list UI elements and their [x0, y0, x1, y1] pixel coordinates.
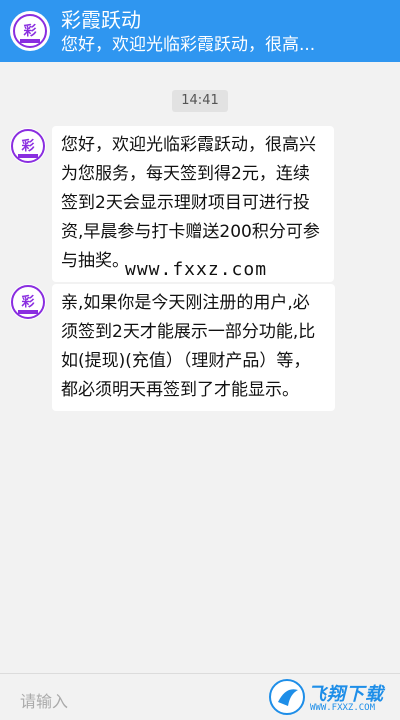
bot-logo-icon: 彩 [11, 285, 45, 319]
bot-avatar[interactable]: 彩 [10, 284, 46, 320]
corner-logo-icon [269, 679, 305, 715]
bot-avatar[interactable]: 彩 [10, 128, 46, 164]
chat-header: 彩 彩霞跃动 您好，欢迎光临彩霞跃动，很高... [0, 0, 400, 62]
chat-title: 彩霞跃动 [61, 8, 141, 32]
input-bar: 请输入 飞翔下载 WWW.FXXZ.COM [0, 673, 400, 720]
corner-watermark: 飞翔下载 WWW.FXXZ.COM [268, 676, 394, 718]
avatar-label: 彩 [20, 138, 34, 154]
corner-watermark-url: WWW.FXXZ.COM [310, 703, 376, 713]
message-timestamp: 14:41 [172, 90, 228, 112]
chat-subtitle: 您好，欢迎光临彩霞跃动，很高... [61, 35, 316, 55]
message-text: 您好，欢迎光临彩霞跃动，很高兴为您服务，每天签到得2元，连续签到2天会显示理财项… [61, 135, 320, 271]
app-logo-icon: 彩 [13, 14, 47, 48]
app-avatar[interactable]: 彩 [10, 11, 50, 51]
avatar-label: 彩 [22, 23, 36, 39]
message-input[interactable]: 请输入 [20, 688, 68, 712]
bot-logo-icon: 彩 [11, 129, 45, 163]
watermark-text: www.fxxz.com [125, 259, 268, 280]
message-text: 亲,如果你是今天刚注册的用户,必须签到2天才能展示一部分功能,比如(提现)(充值… [61, 293, 316, 400]
message-bubble: 亲,如果你是今天刚注册的用户,必须签到2天才能展示一部分功能,比如(提现)(充值… [52, 284, 335, 411]
avatar-label: 彩 [20, 294, 34, 310]
